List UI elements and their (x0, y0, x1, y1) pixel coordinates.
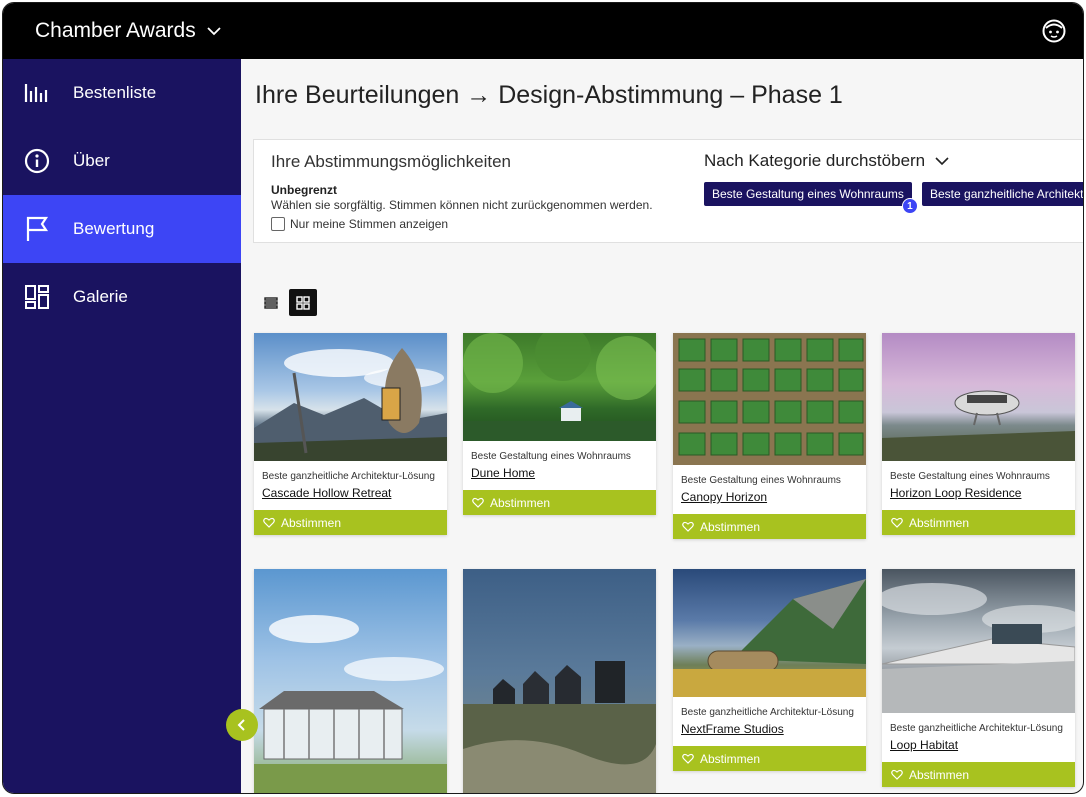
vote-button[interactable]: Abstimmen (673, 746, 866, 771)
entry-card[interactable]: Beste Gestaltung eines Wohnraums Dune Ho… (463, 333, 656, 515)
flag-icon (23, 215, 51, 243)
category-browse-heading: Nach Kategorie durchstöbern (704, 151, 926, 170)
sidebar-item-label: Über (73, 151, 110, 170)
leaderboard-icon (23, 79, 51, 107)
heart-icon (682, 521, 694, 532)
category-pill-label: Beste ganzheitliche Architektur-Lösung (930, 187, 1084, 201)
entry-title-link[interactable]: NextFrame Studios (681, 722, 784, 736)
vote-button-label: Abstimmen (281, 515, 342, 530)
heart-icon (891, 517, 903, 528)
entry-category: Beste Gestaltung eines Wohnraums (681, 475, 841, 486)
chevron-left-icon (237, 719, 245, 731)
gallery-icon (23, 283, 51, 311)
entry-image[interactable] (673, 569, 866, 697)
entry-card[interactable]: Beste ganzheitliche Architektur-Lösung C… (254, 333, 447, 535)
entry-category: Beste ganzheitliche Architektur-Lösung (681, 707, 854, 718)
category-pill-label: Beste Gestaltung eines Wohnraums (712, 187, 904, 201)
entry-image[interactable] (882, 569, 1075, 713)
entry-card[interactable]: Beste ganzheitliche Architektur-Lösung L… (882, 569, 1075, 787)
category-pill-architektur[interactable]: Beste ganzheitliche Architektur-Lösung (922, 182, 1084, 206)
entry-meta: Beste ganzheitliche Architektur-Lösung N… (673, 697, 866, 746)
grid-view-button[interactable] (289, 289, 317, 316)
entry-meta: Beste Gestaltung eines Wohnraums Canopy … (673, 465, 866, 514)
category-pill-wohnraum[interactable]: Beste Gestaltung eines Wohnraums 1 (704, 182, 918, 214)
entry-image[interactable] (254, 333, 447, 461)
entry-title-link[interactable]: Canopy Horizon (681, 490, 767, 504)
vote-button-label: Abstimmen (490, 495, 551, 510)
heart-icon (682, 753, 694, 764)
collapse-sidebar-button[interactable] (226, 709, 258, 741)
entry-image[interactable] (463, 569, 656, 793)
entry-category: Beste Gestaltung eines Wohnraums (890, 471, 1050, 482)
sidebar-item-label: Galerie (73, 287, 128, 306)
heart-icon (263, 517, 275, 528)
heart-icon (891, 769, 903, 780)
vote-button-label: Abstimmen (700, 751, 761, 766)
vote-button[interactable]: Abstimmen (463, 490, 656, 515)
entry-meta: Beste ganzheitliche Architektur-Lösung L… (882, 713, 1075, 762)
app-switcher[interactable]: Chamber Awards (35, 19, 222, 43)
entry-meta: Beste Gestaltung eines Wohnraums Horizon… (882, 461, 1075, 510)
sidebar-item-label: Bestenliste (73, 83, 157, 102)
my-votes-checkbox[interactable] (271, 217, 285, 231)
sidebar-item-bewertung[interactable]: Bewertung (3, 195, 241, 263)
grid-view-icon (296, 295, 310, 310)
voting-options-heading: Ihre Abstimmungsmöglichkeiten (271, 152, 512, 171)
sidebar-item-ueber[interactable]: Über (3, 127, 241, 195)
category-vote-count-badge: 1 (901, 198, 918, 214)
list-view-icon (264, 296, 278, 309)
category-browse-dropdown[interactable]: Nach Kategorie durchstöbern (704, 151, 949, 171)
main-content: Ihre Beurteilungen → Design-Abstimmung –… (241, 59, 1083, 793)
vote-button-label: Abstimmen (909, 767, 970, 782)
entry-title-link[interactable]: Cascade Hollow Retreat (262, 486, 391, 500)
page-title: Ihre Beurteilungen → Design-Abstimmung –… (255, 81, 843, 109)
info-icon (23, 147, 51, 175)
user-avatar-icon[interactable] (1041, 18, 1067, 44)
list-view-button[interactable] (257, 289, 285, 316)
entry-meta: Beste ganzheitliche Architektur-Lösung C… (254, 461, 447, 510)
entry-image[interactable] (463, 333, 656, 441)
top-bar: Chamber Awards (3, 3, 1083, 59)
entry-card[interactable] (254, 569, 447, 793)
view-toggle-group (257, 289, 317, 316)
entry-card[interactable]: Beste Gestaltung eines Wohnraums Horizon… (882, 333, 1075, 535)
sidebar-item-bestenliste[interactable]: Bestenliste (3, 59, 241, 127)
app-title: Chamber Awards (35, 19, 196, 42)
entry-card[interactable]: Beste Gestaltung eines Wohnraums Canopy … (673, 333, 866, 539)
my-votes-checkbox-label: Nur meine Stimmen anzeigen (290, 217, 449, 231)
vote-button-label: Abstimmen (700, 519, 761, 534)
vote-button[interactable]: Abstimmen (882, 510, 1075, 535)
vote-limit-label: Unbegrenzt (271, 183, 337, 197)
entry-image[interactable] (882, 333, 1075, 461)
entry-card[interactable] (463, 569, 656, 793)
app-window: Chamber Awards Bestenliste Über Bewertun… (2, 2, 1084, 794)
entry-category: Beste ganzheitliche Architektur-Lösung (262, 471, 435, 482)
entry-meta: Beste Gestaltung eines Wohnraums Dune Ho… (463, 441, 656, 490)
vote-button[interactable]: Abstimmen (254, 510, 447, 535)
entry-category: Beste Gestaltung eines Wohnraums (471, 451, 631, 462)
voting-options-panel: Ihre Abstimmungsmöglichkeiten Unbegrenzt… (253, 139, 1084, 243)
vote-button-label: Abstimmen (909, 515, 970, 530)
vote-description: Wählen sie sorgfältig. Stimmen können ni… (271, 198, 653, 212)
heart-icon (472, 497, 484, 508)
entry-image[interactable] (254, 569, 447, 793)
sidebar-item-label: Bewertung (73, 219, 155, 238)
vote-button[interactable]: Abstimmen (673, 514, 866, 539)
chevron-down-icon (935, 157, 949, 166)
sidebar-item-galerie[interactable]: Galerie (3, 263, 241, 331)
entry-title-link[interactable]: Dune Home (471, 466, 535, 480)
entry-image[interactable] (673, 333, 866, 465)
vote-button[interactable]: Abstimmen (882, 762, 1075, 787)
entry-card[interactable]: Beste ganzheitliche Architektur-Lösung N… (673, 569, 866, 771)
chevron-down-icon (207, 27, 221, 36)
sidebar: Bestenliste Über Bewertung Galerie (3, 59, 241, 793)
entry-title-link[interactable]: Horizon Loop Residence (890, 486, 1021, 500)
entry-category: Beste ganzheitliche Architektur-Lösung (890, 723, 1063, 734)
entry-title-link[interactable]: Loop Habitat (890, 738, 958, 752)
my-votes-filter[interactable]: Nur meine Stimmen anzeigen (271, 217, 448, 231)
